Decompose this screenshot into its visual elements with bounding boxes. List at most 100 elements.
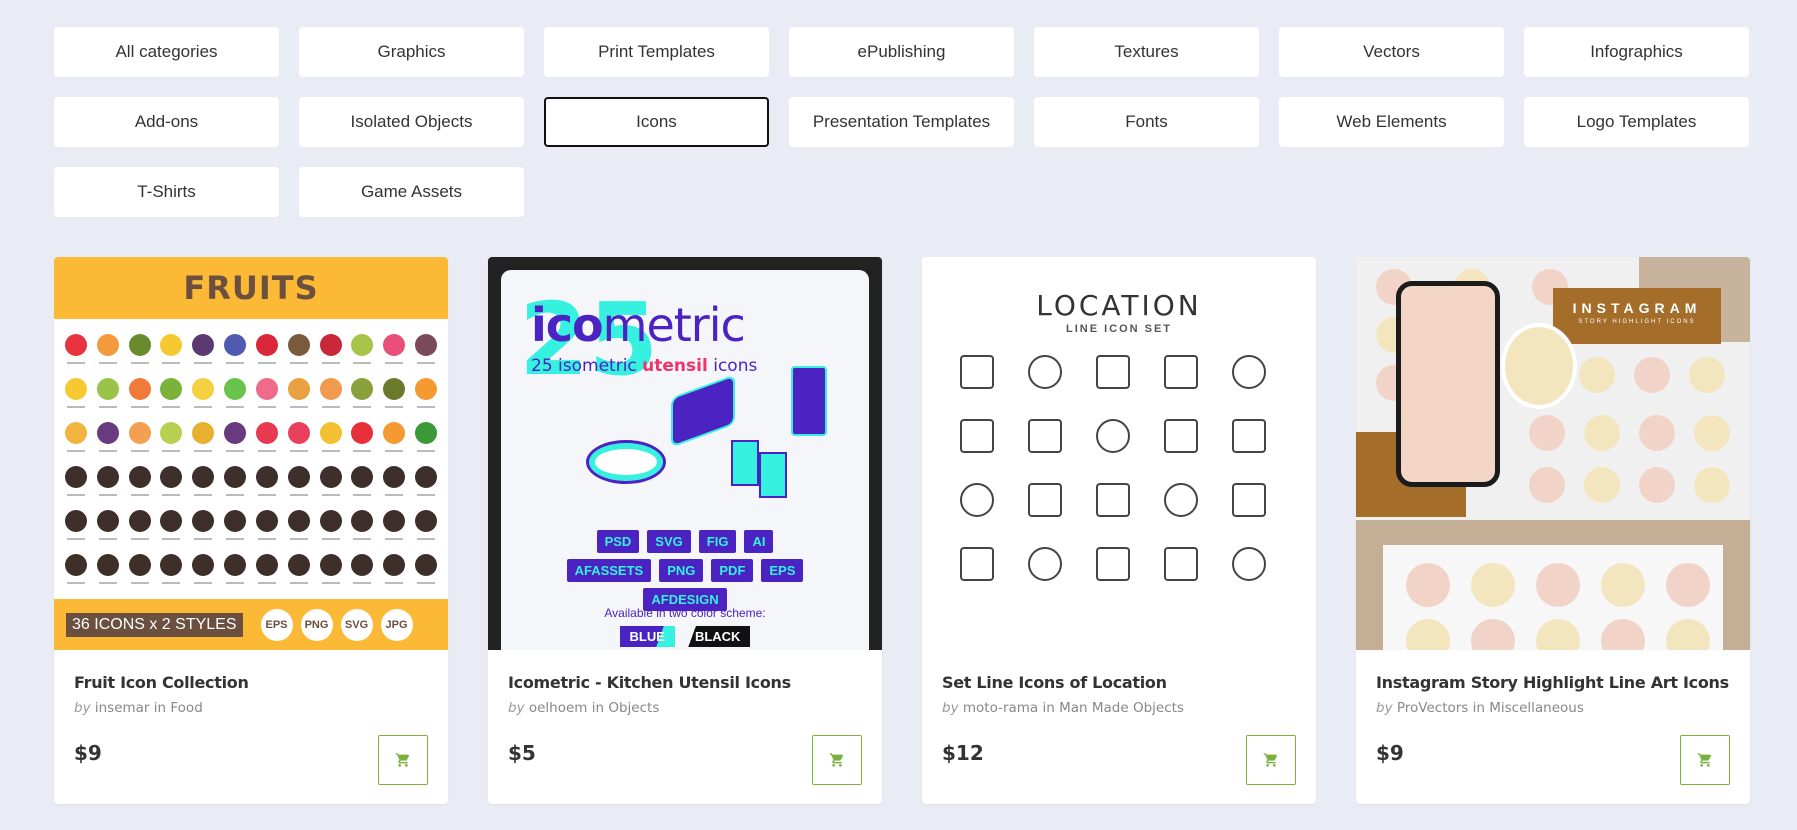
author-link[interactable]: insemar	[95, 700, 150, 716]
author-link[interactable]: ProVectors	[1397, 700, 1468, 716]
location-line-icon	[960, 483, 994, 517]
fruit-icon	[251, 459, 283, 503]
fruit-icon	[156, 415, 188, 459]
highlight-icon	[1584, 467, 1620, 503]
category-filter: All categories Graphics Print Templates …	[54, 27, 1749, 217]
thumb-panel: 25 icometric 25 isometric utensil icons …	[501, 270, 869, 650]
add-to-cart-button[interactable]	[378, 735, 428, 785]
thumb-heading: LOCATION	[1036, 289, 1202, 322]
fruit-icon	[60, 459, 92, 503]
category-isolated-objects[interactable]: Isolated Objects	[299, 97, 524, 147]
category-web-elements[interactable]: Web Elements	[1279, 97, 1504, 147]
category-vectors[interactable]: Vectors	[1279, 27, 1504, 77]
highlight-icon	[1579, 357, 1615, 393]
fruit-icon	[251, 503, 283, 547]
fruit-icon	[347, 371, 379, 415]
location-line-icon	[1232, 483, 1266, 517]
category-add-ons[interactable]: Add-ons	[54, 97, 279, 147]
fruit-icon	[60, 415, 92, 459]
fruit-icon	[92, 327, 124, 371]
product-title[interactable]: Icometric - Kitchen Utensil Icons	[508, 673, 791, 692]
fruit-icon	[124, 415, 156, 459]
fruit-icon	[156, 503, 188, 547]
highlight-icon	[1601, 563, 1645, 607]
category-logo-templates[interactable]: Logo Templates	[1524, 97, 1749, 147]
fruit-icon	[219, 459, 251, 503]
category-infographics[interactable]: Infographics	[1524, 27, 1749, 77]
shaker-illustration	[759, 452, 787, 498]
fruit-icon	[347, 547, 379, 591]
category-graphics[interactable]: Graphics	[299, 27, 524, 77]
fruit-icon	[378, 415, 410, 459]
thumb-label: 36 ICONS x 2 STYLES	[66, 612, 243, 637]
by-label: by	[942, 700, 959, 716]
category-print-templates[interactable]: Print Templates	[544, 27, 769, 77]
fruit-icon	[92, 547, 124, 591]
location-line-icon	[1232, 355, 1266, 389]
fruit-icon	[219, 547, 251, 591]
highlight-icon	[1634, 357, 1670, 393]
author-link[interactable]: oelhoem	[529, 700, 588, 716]
category-epublishing[interactable]: ePublishing	[789, 27, 1014, 77]
add-to-cart-button[interactable]	[1680, 735, 1730, 785]
category-presentation-templates[interactable]: Presentation Templates	[789, 97, 1014, 147]
fruit-icon	[315, 371, 347, 415]
highlight-icon	[1536, 563, 1580, 607]
format-badge: PNG	[659, 559, 704, 582]
location-line-icon	[1096, 547, 1130, 581]
category-fonts[interactable]: Fonts	[1034, 97, 1259, 147]
fruit-icon	[92, 459, 124, 503]
category-textures[interactable]: Textures	[1034, 27, 1259, 77]
format-badge: PDF	[711, 559, 754, 582]
fruit-icon	[124, 547, 156, 591]
location-line-icon	[1096, 355, 1130, 389]
fruit-icon	[124, 459, 156, 503]
product-card: LOCATION LINE ICON SET Set Line Icons of…	[922, 257, 1316, 804]
fruit-icon	[92, 503, 124, 547]
fruit-icon	[219, 415, 251, 459]
phone-mockup	[1396, 281, 1500, 487]
add-to-cart-button[interactable]	[1246, 735, 1296, 785]
product-title[interactable]: Set Line Icons of Location	[942, 673, 1167, 692]
format-badges: PSD SVG FIG AI AFASSETS PNG PDF EPS AFDE…	[501, 530, 869, 611]
highlight-icon	[1694, 467, 1730, 503]
scheme-blue: BLUE	[619, 626, 675, 647]
product-thumbnail[interactable]: INSTAGRAM STORY HIGHLIGHT ICONS	[1356, 257, 1750, 650]
category-link[interactable]: Man Made Objects	[1059, 700, 1184, 716]
product-price: $9	[1376, 741, 1404, 765]
category-icons[interactable]: Icons	[544, 97, 769, 147]
fruit-icon	[283, 327, 315, 371]
highlight-icon	[1689, 357, 1725, 393]
category-link[interactable]: Food	[170, 700, 202, 716]
product-thumbnail[interactable]: 25 icometric 25 isometric utensil icons …	[488, 257, 882, 650]
fruit-icon	[187, 503, 219, 547]
fruit-icon	[410, 415, 442, 459]
product-byline: by ProVectors in Miscellaneous	[1376, 700, 1584, 716]
shopping-cart-icon	[829, 753, 844, 767]
plate-illustration	[586, 440, 666, 484]
format-badge: EPS	[260, 608, 293, 641]
product-card: INSTAGRAM STORY HIGHLIGHT ICONS Instagram…	[1356, 257, 1750, 804]
location-line-icon	[1164, 547, 1198, 581]
in-label: in	[591, 700, 605, 716]
author-link[interactable]: moto-rama	[963, 700, 1038, 716]
in-label: in	[153, 700, 167, 716]
category-game-assets[interactable]: Game Assets	[299, 167, 524, 217]
product-title[interactable]: Instagram Story Highlight Line Art Icons	[1376, 673, 1729, 692]
fruit-icon	[378, 327, 410, 371]
fruit-icon	[378, 547, 410, 591]
product-card: 25 icometric 25 isometric utensil icons …	[488, 257, 882, 804]
category-all[interactable]: All categories	[54, 27, 279, 77]
product-thumbnail[interactable]: LOCATION LINE ICON SET	[922, 257, 1316, 650]
category-link[interactable]: Miscellaneous	[1489, 700, 1584, 716]
fruit-icon	[283, 503, 315, 547]
fruit-icon	[315, 503, 347, 547]
product-thumbnail[interactable]: FRUITS 36 ICONS x 2 STYLES EPS PNG SVG J…	[54, 257, 448, 650]
product-title[interactable]: Fruit Icon Collection	[74, 673, 249, 692]
category-link[interactable]: Objects	[608, 700, 659, 716]
fruit-icon	[60, 371, 92, 415]
format-badge: PSD	[596, 530, 640, 553]
fruit-icon	[219, 371, 251, 415]
add-to-cart-button[interactable]	[812, 735, 862, 785]
category-t-shirts[interactable]: T-Shirts	[54, 167, 279, 217]
